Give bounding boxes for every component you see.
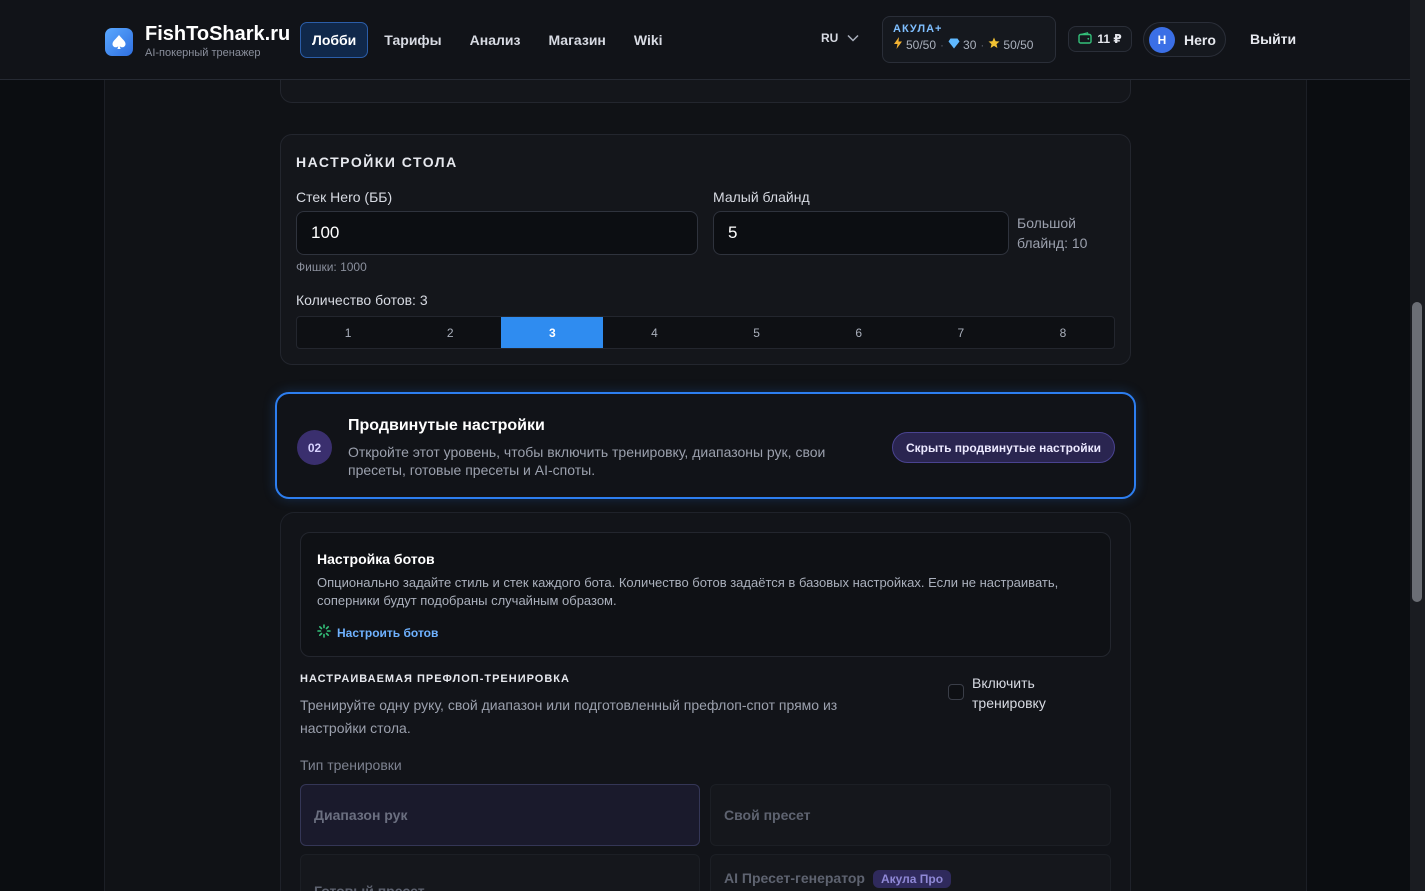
configure-bots-link[interactable]: Настроить ботов (317, 624, 438, 641)
nav-analysis[interactable]: Анализ (458, 22, 533, 58)
stack-input[interactable]: 100 (296, 211, 698, 255)
plan-badge[interactable]: АКУЛА+ 50/50 · 30 · 50/50 (882, 16, 1056, 63)
pro-badge: Акула Про (872, 870, 952, 888)
table-settings-card: НАСТРОЙКИ СТОЛА Стек Hero (ББ) 100 Фишки… (280, 134, 1131, 365)
brand-name: FishToShark.ru (145, 23, 291, 45)
user-name: Hero (1184, 31, 1216, 48)
bots-option-5[interactable]: 5 (706, 317, 808, 348)
nav-shop[interactable]: Магазин (536, 22, 617, 58)
advanced-settings-card: 02 Продвинутые настройки Откройте этот у… (275, 392, 1136, 499)
bot-config-description: Опционально задайте стиль и стек каждого… (317, 575, 1059, 608)
logout-button[interactable]: Выйти (1250, 31, 1296, 47)
nav-tariffs[interactable]: Тарифы (372, 22, 453, 58)
wallet-balance[interactable]: 11 ₽ (1068, 26, 1132, 52)
bots-count-label: Количество ботов: 3 (296, 292, 428, 308)
stack-label: Стек Hero (ББ) (296, 189, 393, 205)
language-label: RU (821, 31, 839, 45)
advanced-description: Откройте этот уровень, чтобы включить тр… (348, 444, 826, 478)
logo[interactable]: FishToShark.ru AI-покерный тренажер (105, 23, 290, 60)
wallet-amount: 11 ₽ (1097, 32, 1122, 46)
bots-option-3[interactable]: 3 (501, 317, 604, 348)
avatar: H (1149, 26, 1175, 53)
bots-count-selector: 1 2 3 4 5 6 7 8 (296, 316, 1115, 349)
main-nav: Лобби Тарифы Анализ Магазин Wiki (300, 22, 679, 58)
big-blind-note: Большой блайнд: 10 (1017, 215, 1088, 251)
nav-wiki[interactable]: Wiki (622, 22, 675, 58)
training-type-label: Тип тренировки (300, 757, 402, 773)
energy-count: 50/50 (906, 37, 937, 52)
gems-count: 30 (963, 37, 977, 52)
spinner-icon (317, 624, 337, 641)
diamond-icon (948, 38, 963, 52)
chips-hint: Фишки: 1000 (296, 260, 367, 274)
top-bar: FishToShark.ru AI-покерный тренажер Лобб… (0, 0, 1410, 80)
wallet-icon (1078, 31, 1097, 47)
hide-advanced-button[interactable]: Скрыть продвинутые настройки (892, 432, 1115, 463)
training-title: НАСТРАИВАЕМАЯ ПРЕФЛОП-ТРЕНИРОВКА (300, 673, 570, 685)
scrollbar-thumb[interactable] (1412, 302, 1422, 602)
small-blind-label: Малый блайнд (713, 189, 810, 205)
language-selector[interactable]: RU (821, 31, 859, 45)
ai-preset-label: AI Пресет-генератор (724, 870, 865, 886)
bots-option-7[interactable]: 7 (910, 317, 1012, 348)
table-settings-title: НАСТРОЙКИ СТОЛА (296, 154, 458, 170)
bots-option-6[interactable]: 6 (808, 317, 910, 348)
type-ai-preset-generator[interactable]: AI Пресет-генератор Акула Про (710, 854, 1111, 891)
bot-config-card: Настройка ботов Опционально задайте стил… (300, 532, 1111, 657)
advanced-body: Настройка ботов Опционально задайте стил… (280, 512, 1131, 891)
spade-logo-icon (105, 27, 133, 56)
enable-training-toggle[interactable]: Включить тренировку (948, 673, 1072, 713)
bots-option-4[interactable]: 4 (603, 317, 705, 348)
brand-tagline: AI-покерный тренажер (145, 47, 261, 59)
advanced-title: Продвинутые настройки (348, 417, 545, 434)
stars-count: 50/50 (1003, 37, 1034, 52)
nav-lobby[interactable]: Лобби (300, 22, 369, 58)
type-hand-range[interactable]: Диапазон рук (300, 784, 700, 846)
user-menu[interactable]: H Hero (1143, 22, 1226, 57)
bots-option-2[interactable]: 2 (399, 317, 501, 348)
type-custom-preset[interactable]: Свой пресет (710, 784, 1111, 846)
lightning-icon (893, 37, 906, 52)
enable-training-checkbox[interactable] (948, 684, 964, 700)
step-badge: 02 (297, 430, 332, 465)
configure-bots-label: Настроить ботов (337, 625, 439, 640)
type-ready-preset[interactable]: Готовый пресет (300, 854, 700, 891)
bots-option-1[interactable]: 1 (297, 317, 399, 348)
plan-name: АКУЛА+ (893, 23, 943, 35)
training-description: Тренируйте одну руку, свой диапазон или … (300, 697, 838, 736)
bots-option-8[interactable]: 8 (1012, 317, 1114, 348)
enable-training-label: Включить тренировку (972, 675, 1046, 711)
small-blind-input[interactable]: 5 (713, 211, 1009, 255)
chevron-down-icon (838, 31, 859, 45)
bot-config-title: Настройка ботов (317, 551, 435, 567)
star-icon (988, 37, 1003, 52)
